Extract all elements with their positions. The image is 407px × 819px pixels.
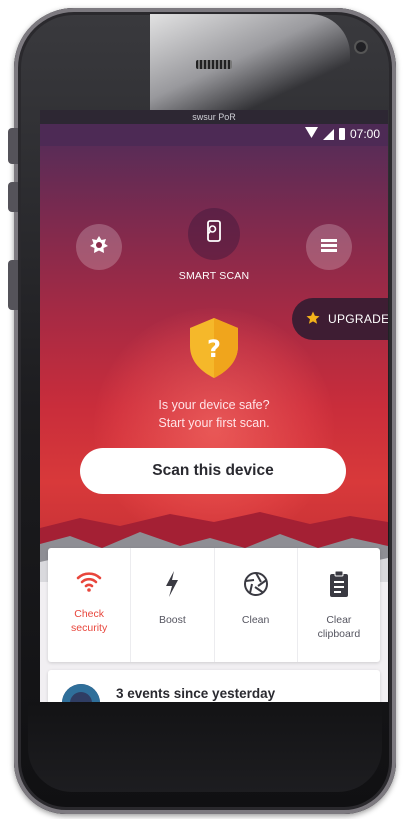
clear-clipboard-card[interactable]: Clear clipboard: [298, 548, 380, 662]
wifi-icon: [76, 570, 102, 597]
events-avatar: [62, 684, 100, 702]
check-security-label: Check security: [71, 608, 108, 634]
antivirus-button[interactable]: [76, 224, 122, 270]
boost-card[interactable]: Boost: [131, 548, 215, 662]
front-camera: [356, 42, 366, 52]
star-icon: [306, 311, 320, 328]
upgrade-label: UPGRADE: [328, 312, 388, 326]
antivirus-icon: [88, 234, 110, 261]
menu-button[interactable]: [306, 224, 352, 270]
battery-icon: [338, 128, 345, 140]
clean-card[interactable]: Clean: [215, 548, 298, 662]
device-safe-prompt: Is your device safe? Start your first sc…: [84, 396, 344, 432]
status-bar: 07:00: [40, 124, 388, 146]
phone-screen: swsur PoR 07:00 SMART SCAN UPGRADE ? Is …: [40, 110, 388, 702]
check-security-card[interactable]: Check security: [48, 548, 132, 662]
events-card[interactable]: 3 events since yesterday: [48, 670, 380, 702]
power-button[interactable]: [8, 260, 18, 310]
clipboard-icon: [328, 570, 350, 603]
phone-scan-icon: [203, 219, 225, 250]
device-top-label: swsur PoR: [40, 110, 388, 124]
smart-scan-button[interactable]: [188, 208, 240, 260]
lightning-icon: [163, 570, 181, 603]
wifi-status-icon: [304, 127, 318, 141]
hero-section: SMART SCAN UPGRADE ? Is your device safe…: [40, 146, 388, 582]
volume-up-button[interactable]: [8, 128, 18, 164]
events-title: 3 events since yesterday: [116, 686, 276, 701]
scan-device-button[interactable]: Scan this device: [80, 448, 346, 494]
earpiece-speaker: [196, 60, 232, 69]
signal-icon: [322, 128, 334, 140]
shield-symbol: ?: [207, 335, 221, 363]
feature-cards: Check security Boost Clean Clear clipboa…: [48, 548, 380, 662]
clean-label: Clean: [241, 614, 270, 626]
safe-question: Is your device safe?: [158, 398, 270, 412]
aperture-icon: [242, 570, 270, 603]
safe-instruction: Start your first scan.: [158, 416, 270, 430]
clear-clipboard-label: Clear clipboard: [317, 614, 361, 640]
bottom-bezel: [28, 702, 382, 792]
volume-down-button[interactable]: [8, 182, 18, 212]
smart-scan-label[interactable]: SMART SCAN: [164, 270, 264, 282]
status-time: 07:00: [349, 127, 380, 141]
shield-icon: ?: [186, 316, 242, 380]
upgrade-button[interactable]: UPGRADE: [292, 298, 388, 340]
boost-label: Boost: [158, 614, 186, 626]
menu-list-icon: [319, 237, 339, 258]
